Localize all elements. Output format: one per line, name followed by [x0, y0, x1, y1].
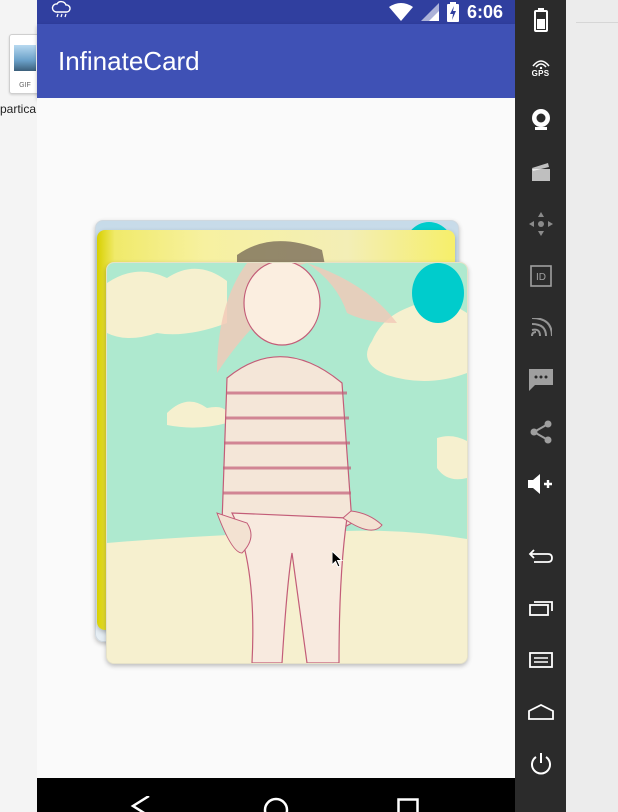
signal-icon: [420, 3, 439, 21]
file-thumbnail: [14, 45, 36, 71]
card-front-badge: [412, 263, 464, 323]
card-front[interactable]: [106, 262, 468, 664]
nav-home-icon[interactable]: [263, 796, 289, 812]
app-bar: InfinateCard: [37, 24, 515, 98]
host-desktop-left: GIF partica: [0, 0, 41, 812]
share-icon[interactable]: [515, 412, 566, 452]
home-icon[interactable]: [515, 692, 566, 732]
app-title: InfinateCard: [58, 46, 200, 76]
dpad-icon[interactable]: [515, 204, 566, 244]
host-desktop-right: [566, 0, 618, 812]
gps-icon[interactable]: GPS: [515, 48, 566, 88]
content-area: [37, 98, 515, 778]
wifi-icon: [388, 3, 413, 21]
status-bar: 6:06: [37, 0, 515, 24]
recents-icon[interactable]: [515, 588, 566, 628]
mouse-cursor-icon: [332, 551, 344, 568]
file-extension: GIF: [19, 82, 31, 89]
nav-back-icon[interactable]: [129, 796, 153, 812]
back-icon[interactable]: [515, 536, 566, 576]
battery-charging-icon: [446, 2, 459, 22]
emulator-toolbar: GPS ID: [515, 0, 566, 812]
id-label: ID: [536, 272, 546, 283]
weather-cloud-icon: [51, 0, 71, 18]
status-time: 6:06: [466, 1, 503, 22]
gps-label: GPS: [531, 68, 550, 78]
sms-icon[interactable]: [515, 360, 566, 400]
battery-icon[interactable]: [515, 0, 566, 40]
menu-icon[interactable]: [515, 640, 566, 680]
power-icon[interactable]: [515, 744, 566, 784]
card-front-illustration: [107, 263, 467, 663]
host-file-label[interactable]: partica: [0, 102, 36, 116]
volume-up-icon[interactable]: [515, 464, 566, 504]
id-icon[interactable]: ID: [515, 256, 566, 296]
clapper-icon[interactable]: [515, 152, 566, 192]
navigation-bar: [37, 778, 515, 812]
nav-recents-icon[interactable]: [397, 798, 419, 812]
camera-icon[interactable]: [515, 100, 566, 140]
cast-icon[interactable]: [515, 308, 566, 348]
